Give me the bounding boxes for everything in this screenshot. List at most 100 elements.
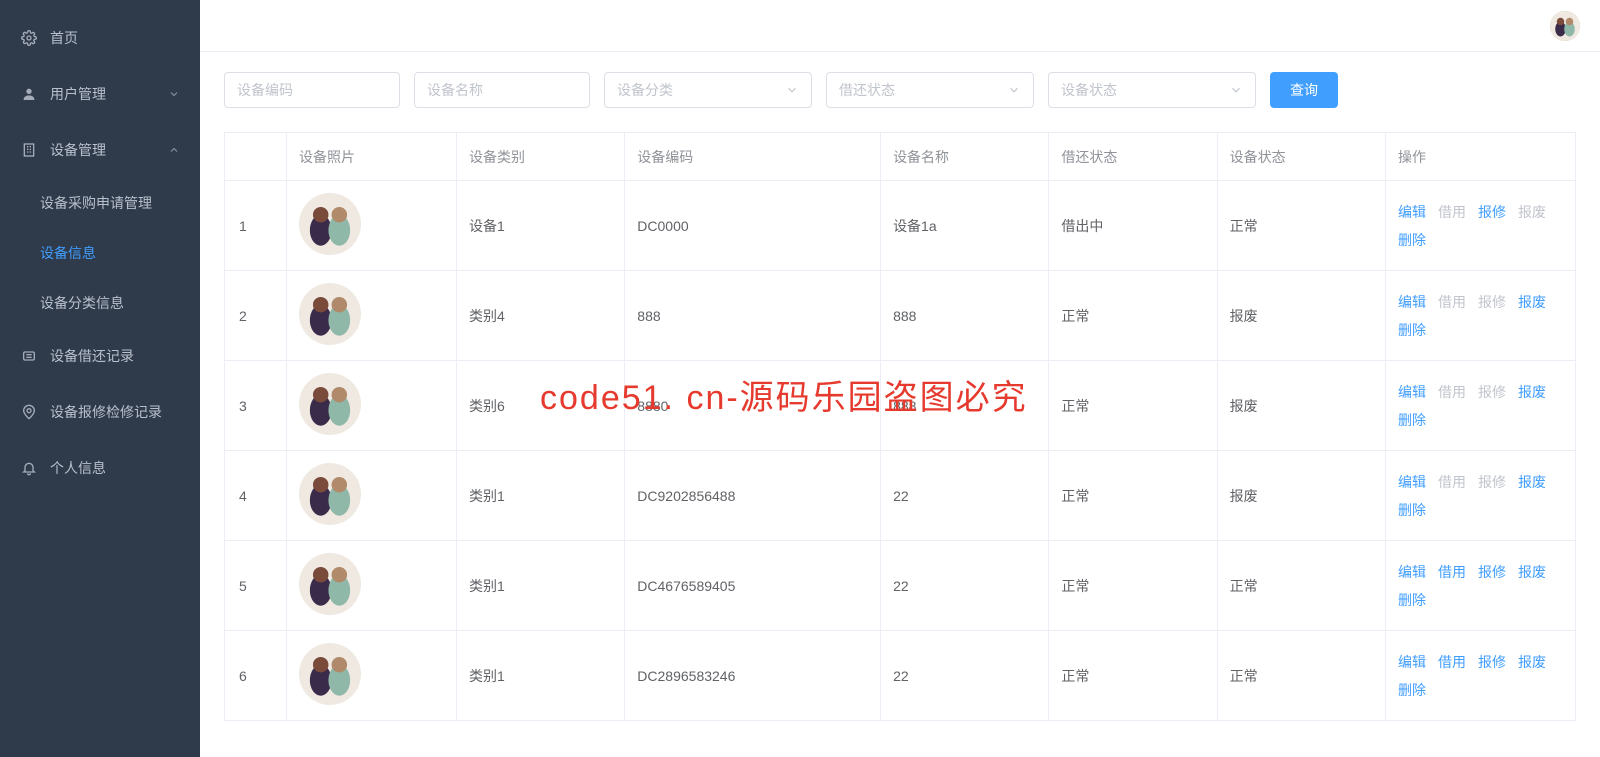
op-edit[interactable]: 编辑 (1398, 468, 1426, 496)
cell-category: 类别1 (457, 451, 625, 541)
cell-index: 1 (225, 181, 287, 271)
cell-status: 正常 (1217, 631, 1385, 721)
op-delete[interactable]: 删除 (1398, 676, 1426, 704)
op-borrow: 借用 (1438, 468, 1466, 496)
op-repair[interactable]: 报修 (1478, 558, 1506, 586)
cell-category: 类别1 (457, 541, 625, 631)
cell-index: 4 (225, 451, 287, 541)
op-edit[interactable]: 编辑 (1398, 198, 1426, 226)
op-repair[interactable]: 报修 (1478, 648, 1506, 676)
chevron-down-icon (785, 83, 799, 97)
avatar[interactable] (1550, 11, 1580, 41)
cell-name: 888 (881, 361, 1049, 451)
op-edit[interactable]: 编辑 (1398, 648, 1426, 676)
op-edit[interactable]: 编辑 (1398, 378, 1426, 406)
cell-status: 正常 (1217, 181, 1385, 271)
op-edit[interactable]: 编辑 (1398, 288, 1426, 316)
cell-ops: 编辑借用报修报废删除 (1386, 181, 1576, 271)
sidebar-item-borrow-records[interactable]: 设备借还记录 (0, 328, 200, 384)
cell-ops: 编辑借用报修报废删除 (1386, 271, 1576, 361)
equipment-photo[interactable] (299, 553, 361, 615)
cell-photo (287, 541, 457, 631)
cell-code: DC0000 (625, 181, 881, 271)
equipment-photo[interactable] (299, 463, 361, 525)
op-scrap[interactable]: 报废 (1518, 378, 1546, 406)
op-edit[interactable]: 编辑 (1398, 558, 1426, 586)
cell-ops: 编辑借用报修报废删除 (1386, 541, 1576, 631)
op-delete[interactable]: 删除 (1398, 316, 1426, 344)
op-borrow: 借用 (1438, 288, 1466, 316)
cell-index: 5 (225, 541, 287, 631)
cell-category: 设备1 (457, 181, 625, 271)
equipment-table: 设备照片 设备类别 设备编码 设备名称 借还状态 设备状态 操作 1设备1DC0… (224, 132, 1576, 721)
cell-photo (287, 361, 457, 451)
cell-photo (287, 451, 457, 541)
op-repair: 报修 (1478, 468, 1506, 496)
sidebar-submenu-equipment: 设备采购申请管理 设备信息 设备分类信息 (0, 178, 200, 328)
op-borrow: 借用 (1438, 198, 1466, 226)
equipment-photo[interactable] (299, 193, 361, 255)
equipment-code-input[interactable] (224, 72, 400, 108)
filter-bar: 设备分类 借还状态 设备状态 查询 (224, 72, 1576, 108)
sidebar-item-purchase[interactable]: 设备采购申请管理 (0, 178, 200, 228)
op-delete[interactable]: 删除 (1398, 226, 1426, 254)
gear-icon (20, 29, 38, 47)
sidebar-item-users[interactable]: 用户管理 (0, 66, 200, 122)
cell-code: DC2896583246 (625, 631, 881, 721)
sidebar-item-equipment-category[interactable]: 设备分类信息 (0, 278, 200, 328)
table-row: 2类别4888888正常报废编辑借用报修报废删除 (225, 271, 1576, 361)
cell-name: 设备1a (881, 181, 1049, 271)
sidebar-item-equipment-info[interactable]: 设备信息 (0, 228, 200, 278)
sidebar-item-label: 首页 (50, 28, 180, 48)
equipment-name-field[interactable] (427, 82, 577, 98)
equipment-status-select[interactable]: 设备状态 (1048, 72, 1256, 108)
cell-code: 8880 (625, 361, 881, 451)
chevron-down-icon (1007, 83, 1021, 97)
cell-code: 888 (625, 271, 881, 361)
equipment-name-input[interactable] (414, 72, 590, 108)
equipment-code-field[interactable] (237, 82, 387, 98)
sidebar-item-label: 设备借还记录 (50, 346, 180, 366)
sidebar-item-label: 设备信息 (40, 243, 180, 263)
cell-borrow: 正常 (1049, 361, 1217, 451)
equipment-photo[interactable] (299, 373, 361, 435)
building-icon (20, 141, 38, 159)
sidebar-item-profile[interactable]: 个人信息 (0, 440, 200, 496)
cell-name: 22 (881, 631, 1049, 721)
main: 设备分类 借还状态 设备状态 查询 (200, 0, 1600, 757)
table-row: 4类别1DC920285648822正常报废编辑借用报修报废删除 (225, 451, 1576, 541)
op-borrow[interactable]: 借用 (1438, 648, 1466, 676)
swap-icon (20, 347, 38, 365)
cell-ops: 编辑借用报修报废删除 (1386, 631, 1576, 721)
op-scrap[interactable]: 报废 (1518, 648, 1546, 676)
cell-borrow: 借出中 (1049, 181, 1217, 271)
cell-index: 2 (225, 271, 287, 361)
sidebar-item-home[interactable]: 首页 (0, 10, 200, 66)
op-delete[interactable]: 删除 (1398, 496, 1426, 524)
op-scrap[interactable]: 报废 (1518, 468, 1546, 496)
th-ops: 操作 (1386, 133, 1576, 181)
cell-status: 报废 (1217, 271, 1385, 361)
op-repair[interactable]: 报修 (1478, 198, 1506, 226)
topbar (200, 0, 1600, 52)
table-row: 3类别68880888正常报废编辑借用报修报废删除 (225, 361, 1576, 451)
borrow-status-select[interactable]: 借还状态 (826, 72, 1034, 108)
equipment-photo[interactable] (299, 643, 361, 705)
cell-ops: 编辑借用报修报废删除 (1386, 361, 1576, 451)
cell-ops: 编辑借用报修报废删除 (1386, 451, 1576, 541)
th-category: 设备类别 (457, 133, 625, 181)
op-borrow[interactable]: 借用 (1438, 558, 1466, 586)
cell-category: 类别6 (457, 361, 625, 451)
sidebar-item-repair-records[interactable]: 设备报修检修记录 (0, 384, 200, 440)
search-button[interactable]: 查询 (1270, 72, 1338, 108)
op-scrap[interactable]: 报废 (1518, 288, 1546, 316)
cell-category: 类别1 (457, 631, 625, 721)
op-delete[interactable]: 删除 (1398, 406, 1426, 434)
op-delete[interactable]: 删除 (1398, 586, 1426, 614)
marker-icon (20, 403, 38, 421)
equipment-category-select[interactable]: 设备分类 (604, 72, 812, 108)
sidebar-item-equipment[interactable]: 设备管理 (0, 122, 200, 178)
equipment-photo[interactable] (299, 283, 361, 345)
sidebar-item-label: 用户管理 (50, 84, 168, 104)
op-scrap[interactable]: 报废 (1518, 558, 1546, 586)
